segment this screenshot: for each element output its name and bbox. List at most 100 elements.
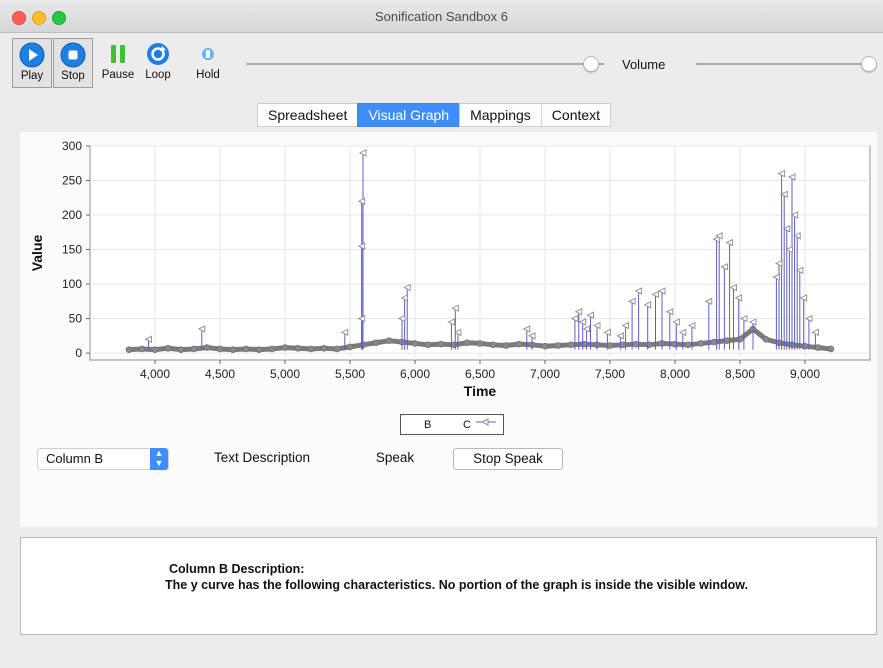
series-b-point bbox=[255, 346, 263, 353]
series-b-point bbox=[684, 341, 692, 349]
text-description-button[interactable]: Text Description bbox=[187, 448, 337, 470]
y-tick-label: 200 bbox=[62, 208, 82, 222]
series-b-point bbox=[801, 342, 809, 350]
stop-label: Stop bbox=[61, 70, 85, 82]
playback-progress-knob[interactable] bbox=[582, 56, 599, 72]
column-select-value: Column B bbox=[46, 451, 104, 466]
loop-button[interactable]: Loop bbox=[138, 38, 178, 88]
x-tick-label: 6,500 bbox=[465, 367, 495, 381]
series-b-point bbox=[151, 346, 159, 353]
hold-icon bbox=[202, 48, 214, 60]
title-bar: Sonification Sandbox 6 bbox=[0, 0, 883, 33]
series-b-point bbox=[385, 337, 393, 344]
volume-slider[interactable] bbox=[696, 63, 872, 65]
tab-visual-graph[interactable]: Visual Graph bbox=[357, 103, 461, 127]
series-b-point bbox=[190, 345, 198, 353]
pause-icon bbox=[111, 45, 125, 63]
y-tick-label: 50 bbox=[69, 312, 83, 326]
volume-knob[interactable] bbox=[861, 56, 878, 72]
stop-button[interactable]: Stop bbox=[53, 38, 93, 88]
stop-icon bbox=[60, 42, 86, 68]
series-b-point bbox=[268, 345, 276, 353]
x-tick-label: 7,500 bbox=[595, 367, 625, 381]
series-b-point bbox=[164, 344, 172, 352]
chart-legend: B C bbox=[400, 414, 504, 435]
tab-spreadsheet[interactable]: Spreadsheet bbox=[257, 103, 359, 127]
x-tick-label: 5,000 bbox=[270, 367, 300, 381]
x-axis-label: Time bbox=[464, 383, 497, 399]
series-b-point bbox=[411, 340, 419, 347]
x-tick-label: 8,000 bbox=[660, 367, 690, 381]
series-b-point bbox=[229, 346, 237, 353]
speak-button[interactable]: Speak bbox=[360, 448, 430, 470]
y-tick-label: 0 bbox=[75, 346, 82, 360]
series-b-point bbox=[502, 342, 510, 349]
y-axis-label: Value bbox=[29, 235, 45, 272]
window-title: Sonification Sandbox 6 bbox=[375, 9, 508, 24]
playback-progress-slider[interactable] bbox=[246, 63, 604, 65]
play-button[interactable]: Play bbox=[12, 38, 52, 88]
series-b-point bbox=[736, 335, 744, 343]
y-tick-label: 100 bbox=[62, 277, 82, 291]
pause-button[interactable]: Pause bbox=[98, 38, 138, 88]
volume-label: Volume bbox=[622, 57, 666, 72]
y-tick-label: 250 bbox=[62, 174, 82, 188]
line-chart: 0 50 100 150 200 250 300 4,000 4,500 5,000 5,500 6,… bbox=[29, 139, 871, 399]
series-b-point bbox=[567, 341, 575, 349]
hold-label: Hold bbox=[196, 69, 220, 81]
tab-context[interactable]: Context bbox=[540, 103, 612, 127]
series-b-point bbox=[177, 346, 185, 353]
series-b-point bbox=[489, 341, 497, 349]
column-select[interactable]: Column B ▲ ▼ bbox=[37, 448, 169, 470]
tab-bar: Spreadsheet Visual Graph Mappings Contex… bbox=[257, 103, 612, 127]
series-b-point bbox=[645, 341, 653, 349]
x-tick-label: 6,000 bbox=[400, 367, 430, 381]
y-tick-label: 150 bbox=[62, 243, 82, 257]
series-b-point bbox=[541, 342, 549, 350]
series-b-point bbox=[554, 342, 562, 349]
x-tick-label: 5,500 bbox=[335, 367, 365, 381]
x-tick-label: 4,000 bbox=[140, 367, 170, 381]
series-b-point bbox=[671, 340, 679, 348]
series-b-point bbox=[346, 343, 354, 351]
description-panel: Column B Description: The y curve has th… bbox=[20, 537, 877, 635]
x-tick-label: 7,000 bbox=[530, 367, 560, 381]
description-title: Column B Description: bbox=[169, 562, 305, 576]
series-b-point bbox=[762, 335, 770, 343]
series-b-point bbox=[281, 344, 289, 351]
legend-marker-c bbox=[476, 418, 496, 426]
series-b-point bbox=[476, 340, 484, 347]
series-b-point bbox=[307, 345, 315, 353]
series-b-point bbox=[242, 345, 250, 353]
loop-icon bbox=[147, 43, 169, 65]
tab-mappings[interactable]: Mappings bbox=[459, 103, 542, 127]
series-b-point bbox=[424, 341, 432, 349]
hold-button[interactable]: Hold bbox=[188, 38, 228, 88]
series-b-point bbox=[294, 344, 302, 352]
series-b-point bbox=[437, 340, 445, 348]
play-label: Play bbox=[20, 70, 44, 82]
series-b-point bbox=[697, 340, 705, 347]
stop-speak-button[interactable]: Stop Speak bbox=[453, 448, 563, 470]
x-tick-label: 8,500 bbox=[725, 367, 755, 381]
play-icon bbox=[19, 42, 45, 68]
x-tick-label: 9,000 bbox=[790, 367, 820, 381]
legend-label-c: C bbox=[463, 419, 471, 431]
series-b-point bbox=[125, 346, 133, 353]
description-text: The y curve has the following characteri… bbox=[165, 578, 748, 592]
x-tick-label: 4,500 bbox=[205, 367, 235, 381]
series-b-point bbox=[372, 339, 380, 347]
loop-label: Loop bbox=[145, 69, 171, 81]
series-b-point bbox=[515, 340, 523, 348]
legend-label-b: B bbox=[424, 419, 432, 431]
series-b-point bbox=[216, 345, 224, 353]
chevron-updown-icon: ▲ ▼ bbox=[150, 448, 168, 470]
series-b-point bbox=[333, 345, 341, 353]
y-tick-label: 300 bbox=[62, 139, 82, 153]
pause-label: Pause bbox=[101, 69, 135, 81]
series-b-point bbox=[463, 339, 471, 347]
series-b-point bbox=[203, 344, 211, 351]
series-b-point bbox=[320, 344, 328, 352]
series-b-point bbox=[138, 345, 146, 353]
series-b-point bbox=[827, 345, 835, 353]
